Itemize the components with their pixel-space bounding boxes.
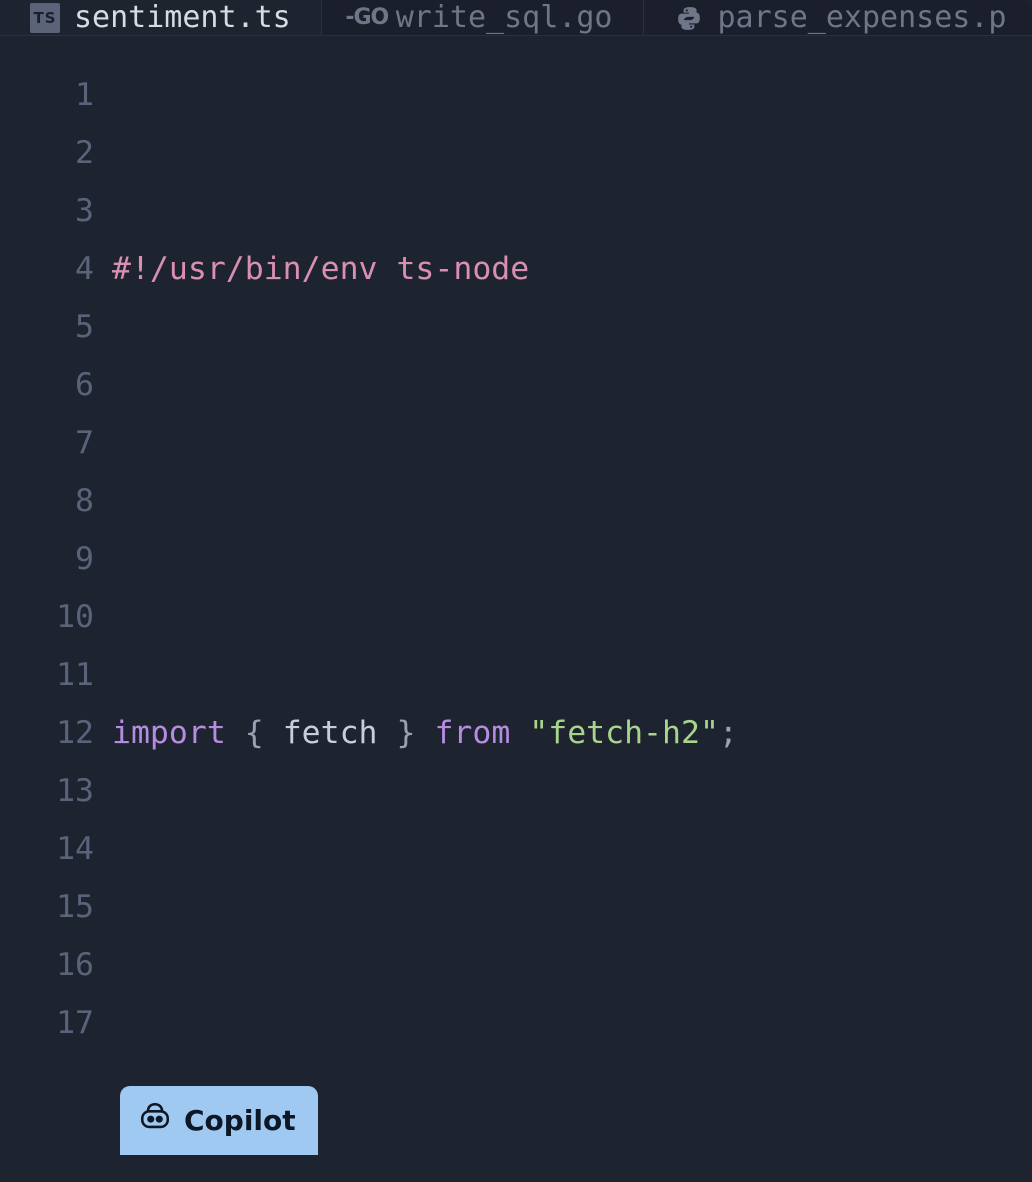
- line-number: 6: [0, 356, 94, 414]
- code-editor: TS sentiment.ts -GO write_sql.go parse_e…: [0, 0, 1032, 1182]
- tab-bar: TS sentiment.ts -GO write_sql.go parse_e…: [0, 0, 1032, 36]
- keyword-import: import: [112, 715, 226, 751]
- copilot-badge[interactable]: Copilot: [120, 1086, 318, 1155]
- shebang: #!/usr/bin/env ts-node: [112, 251, 529, 287]
- code-area[interactable]: 1 2 3 4 5 6 7 8 9 10 11 12 13 14 15 16 1…: [0, 36, 1032, 1182]
- line-number: 8: [0, 472, 94, 530]
- code-line: import { fetch } from "fetch-h2";: [112, 704, 1032, 762]
- line-number: 9: [0, 530, 94, 588]
- tab-write-sql-go[interactable]: -GO write_sql.go: [322, 0, 644, 35]
- line-number: 14: [0, 820, 94, 878]
- string-module: "fetch-h2": [529, 715, 719, 751]
- line-number: 10: [0, 588, 94, 646]
- line-number: 17: [0, 994, 94, 1052]
- line-number-gutter: 1 2 3 4 5 6 7 8 9 10 11 12 13 14 15 16 1…: [0, 66, 112, 1182]
- line-number: 11: [0, 646, 94, 704]
- typescript-icon: TS: [30, 3, 60, 33]
- code-line: #!/usr/bin/env ts-node: [112, 240, 1032, 298]
- line-number: 2: [0, 124, 94, 182]
- line-number: 16: [0, 936, 94, 994]
- code-line: [112, 472, 1032, 530]
- line-number: 5: [0, 298, 94, 356]
- line-number: 3: [0, 182, 94, 240]
- tab-label: sentiment.ts: [74, 0, 291, 35]
- code-content[interactable]: #!/usr/bin/env ts-node import { fetch } …: [112, 66, 1032, 1182]
- tab-parse-expenses-py[interactable]: parse_expenses.p: [644, 0, 1032, 35]
- line-number: 7: [0, 414, 94, 472]
- copilot-label: Copilot: [184, 1104, 296, 1137]
- code-line: // Determine whether the sentiment of te: [112, 1168, 1032, 1182]
- tab-label: write_sql.go: [396, 0, 613, 35]
- go-icon: -GO: [352, 3, 382, 33]
- tab-sentiment-ts[interactable]: TS sentiment.ts: [0, 0, 322, 35]
- python-icon: [674, 3, 704, 33]
- code-line: [112, 936, 1032, 994]
- line-number: 4: [0, 240, 94, 298]
- punct: ;: [719, 715, 738, 751]
- keyword-from: from: [434, 715, 510, 751]
- punct: {: [226, 715, 283, 751]
- line-number: 12: [0, 704, 94, 762]
- tab-label: parse_expenses.p: [718, 0, 1007, 35]
- ident-fetch: fetch: [283, 715, 378, 751]
- punct: }: [378, 715, 435, 751]
- copilot-icon: [138, 1100, 172, 1141]
- line-number: 15: [0, 878, 94, 936]
- line-number: 1: [0, 66, 94, 124]
- line-number: 13: [0, 762, 94, 820]
